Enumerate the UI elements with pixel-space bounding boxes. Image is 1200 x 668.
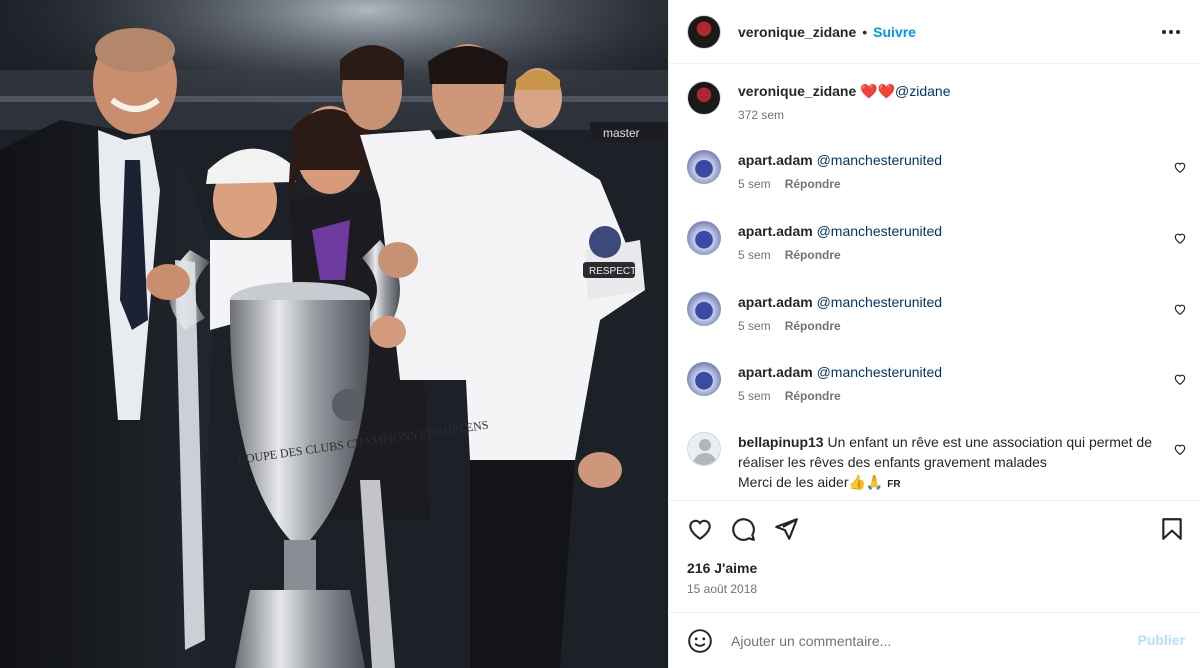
more-options-icon[interactable] <box>1159 20 1183 44</box>
comment-item: apart.adam @manchesterunited 5 sem Répond… <box>687 221 1187 265</box>
comment-mention[interactable]: @manchesterunited <box>817 294 943 310</box>
post-panel: veronique_zidane • Suivre veronique_zida… <box>668 0 1200 668</box>
comment-time[interactable]: 5 sem <box>738 248 771 262</box>
save-icon[interactable] <box>1159 516 1185 542</box>
comment-mention[interactable]: @manchesterunited <box>817 152 943 168</box>
action-bar <box>669 502 1200 554</box>
comment-item: apart.adam @manchesterunited 5 sem Répond… <box>687 150 1187 194</box>
comment-mention[interactable]: @manchesterunited <box>817 223 943 239</box>
caption-hearts: ❤️❤️ <box>860 83 896 99</box>
comment-mention[interactable]: @manchesterunited <box>817 364 943 380</box>
reply-button[interactable]: Répondre <box>785 177 841 191</box>
commenter-username[interactable]: apart.adam <box>738 364 813 380</box>
like-comment-icon[interactable] <box>1173 442 1187 456</box>
commenter-avatar[interactable] <box>687 362 721 396</box>
post-header: veronique_zidane • Suivre <box>669 0 1200 64</box>
flag-label: FR <box>887 479 901 490</box>
commenter-username[interactable]: apart.adam <box>738 294 813 310</box>
comment-icon[interactable] <box>730 516 756 542</box>
comment-time[interactable]: 5 sem <box>738 319 771 333</box>
comment-item: bellapinup13 Un enfant un rêve est une a… <box>687 432 1187 495</box>
commenter-username[interactable]: apart.adam <box>738 223 813 239</box>
sponsor-board: master <box>603 126 640 140</box>
publish-button[interactable]: Publier <box>1138 632 1185 648</box>
like-icon[interactable] <box>687 516 713 542</box>
comment-text-2: Merci de les aider👍🙏 <box>738 474 884 490</box>
comment-composer: Publier <box>669 612 1200 668</box>
like-comment-icon[interactable] <box>1173 231 1187 245</box>
like-comment-icon[interactable] <box>1173 160 1187 174</box>
comment-time[interactable]: 5 sem <box>738 177 771 191</box>
commenter-username[interactable]: bellapinup13 <box>738 434 824 450</box>
comment-item: apart.adam @manchesterunited 5 sem Répond… <box>687 362 1187 406</box>
comment-time[interactable]: 5 sem <box>738 389 771 403</box>
separator-dot: • <box>862 23 868 40</box>
commenter-username[interactable]: apart.adam <box>738 152 813 168</box>
caption-username[interactable]: veronique_zidane <box>738 83 856 99</box>
reply-button[interactable]: Répondre <box>785 389 841 403</box>
comment-item: apart.adam @manchesterunited 5 sem Répond… <box>687 292 1187 336</box>
commenter-avatar[interactable] <box>687 292 721 326</box>
like-comment-icon[interactable] <box>1173 372 1187 386</box>
caption-avatar[interactable] <box>687 81 721 115</box>
emoji-icon[interactable] <box>687 628 713 654</box>
reply-button[interactable]: Répondre <box>785 319 841 333</box>
share-icon[interactable] <box>773 516 799 542</box>
caption-mention[interactable]: @zidane <box>895 83 950 99</box>
caption-time[interactable]: 372 sem <box>738 108 784 122</box>
author-username[interactable]: veronique_zidane <box>738 24 856 40</box>
commenter-avatar[interactable] <box>687 432 721 466</box>
author-avatar[interactable] <box>687 14 721 49</box>
caption: veronique_zidane ❤️❤️@zidane 372 sem <box>687 81 1187 125</box>
commenter-avatar[interactable] <box>687 221 721 255</box>
post-photo[interactable]: master RESPECT COUPE DES CLUBS CHAMPIONS… <box>0 0 668 668</box>
respect-patch: RESPECT <box>589 266 636 277</box>
commenter-avatar[interactable] <box>687 150 721 184</box>
post-image: master RESPECT COUPE DES CLUBS CHAMPIONS… <box>0 0 668 668</box>
post-date[interactable]: 15 août 2018 <box>687 582 757 596</box>
comment-input[interactable] <box>731 632 1121 649</box>
like-comment-icon[interactable] <box>1173 302 1187 316</box>
comments-list[interactable]: veronique_zidane ❤️❤️@zidane 372 sem apa… <box>669 65 1200 501</box>
follow-button[interactable]: Suivre <box>873 24 916 40</box>
reply-button[interactable]: Répondre <box>785 248 841 262</box>
likes-count[interactable]: 216 J'aime <box>687 560 757 576</box>
